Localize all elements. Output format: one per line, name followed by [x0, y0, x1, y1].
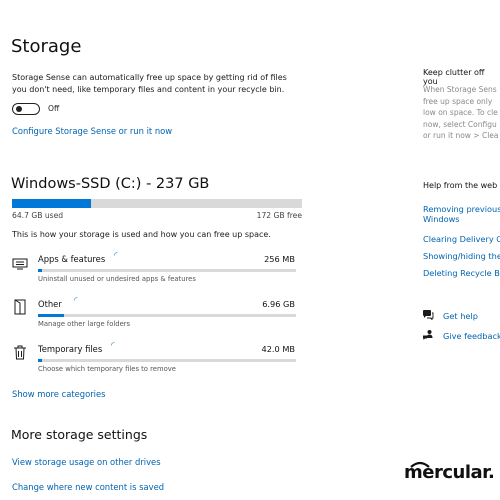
help-link-removing-previous[interactable]: Removing previous Windows [423, 204, 500, 224]
loading-spinner-icon: ◜ [114, 251, 118, 261]
clutter-line: now, select Configu [423, 119, 497, 129]
trash-icon [14, 345, 26, 360]
category-other[interactable]: Other ◜ 6.96 GB Manage other large folde… [10, 293, 300, 333]
category-hint: Uninstall unused or undesired apps & fea… [38, 275, 196, 283]
loading-spinner-icon: ◜ [74, 296, 78, 306]
help-from-web-heading: Help from the web [423, 181, 498, 190]
give-feedback-icon [423, 330, 433, 340]
show-more-categories-link[interactable]: Show more categories [12, 389, 106, 399]
storage-sense-toggle-label: Off [48, 104, 60, 113]
drive-free-text: 172 GB free [256, 211, 302, 220]
category-usage-bar [38, 314, 296, 317]
clutter-line: or run it now > Clea [423, 131, 499, 140]
page-title: Storage [11, 36, 82, 57]
help-link-line: Removing previous [423, 204, 500, 214]
category-hint: Choose which temporary files to remove [38, 365, 176, 373]
category-size: 6.96 GB [262, 299, 295, 309]
storage-sense-toggle[interactable] [12, 103, 40, 115]
category-usage-fill [38, 269, 42, 272]
drive-used-text: 64.7 GB used [12, 211, 64, 220]
category-apps-features[interactable]: Apps & features ◜ 256 MB Uninstall unuse… [10, 248, 300, 288]
change-save-location-link[interactable]: Change where new content is saved [12, 482, 164, 492]
keep-clutter-text: When Storage Sens free up space only low… [423, 84, 499, 142]
view-other-drives-link[interactable]: View storage usage on other drives [12, 457, 161, 467]
category-usage-bar [38, 359, 296, 362]
category-size: 256 MB [264, 254, 295, 264]
storage-sense-description-line2: you don't need, like temporary files and… [12, 85, 285, 94]
category-temporary-files[interactable]: Temporary files ◜ 42.0 MB Choose which t… [10, 338, 300, 378]
toggle-knob [16, 106, 22, 112]
mercular-logo-arc-icon [410, 461, 430, 468]
help-link-line: Windows [423, 214, 460, 224]
configure-storage-sense-link[interactable]: Configure Storage Sense or run it now [12, 126, 172, 136]
storage-sense-description-line1: Storage Sense can automatically free up … [12, 73, 287, 82]
help-link-showing-hiding[interactable]: Showing/hiding the [423, 251, 500, 261]
category-usage-bar [38, 269, 296, 272]
give-feedback-link[interactable]: Give feedback [443, 331, 500, 341]
category-hint: Manage other large folders [38, 320, 131, 328]
clutter-line: free up space only [423, 96, 493, 106]
apps-icon [12, 258, 28, 270]
category-name: Apps & features [38, 254, 106, 264]
clutter-line: low on space. To cle [423, 108, 498, 117]
other-folder-icon [14, 299, 26, 315]
get-help-link[interactable]: Get help [443, 311, 478, 321]
clutter-line: When Storage Sens [423, 85, 497, 94]
help-link-deleting-recycle[interactable]: Deleting Recycle Bi [423, 268, 500, 278]
category-name: Temporary files [38, 344, 103, 354]
storage-sense-description: Storage Sense can automatically free up … [12, 72, 312, 96]
drive-usage-bar [12, 199, 302, 208]
get-help-icon [423, 310, 434, 320]
category-name: Other [38, 299, 62, 309]
drive-title: Windows-SSD (C:) - 237 GB [11, 176, 210, 192]
usage-caption: This is how your storage is used and how… [12, 230, 271, 239]
category-usage-fill [38, 359, 42, 362]
more-storage-settings-title: More storage settings [11, 427, 148, 442]
drive-usage-fill [12, 199, 92, 208]
help-link-clearing-delivery[interactable]: Clearing Delivery O [423, 234, 500, 244]
loading-spinner-icon: ◜ [111, 341, 115, 351]
category-size: 42.0 MB [261, 344, 295, 354]
category-usage-fill [38, 314, 64, 317]
